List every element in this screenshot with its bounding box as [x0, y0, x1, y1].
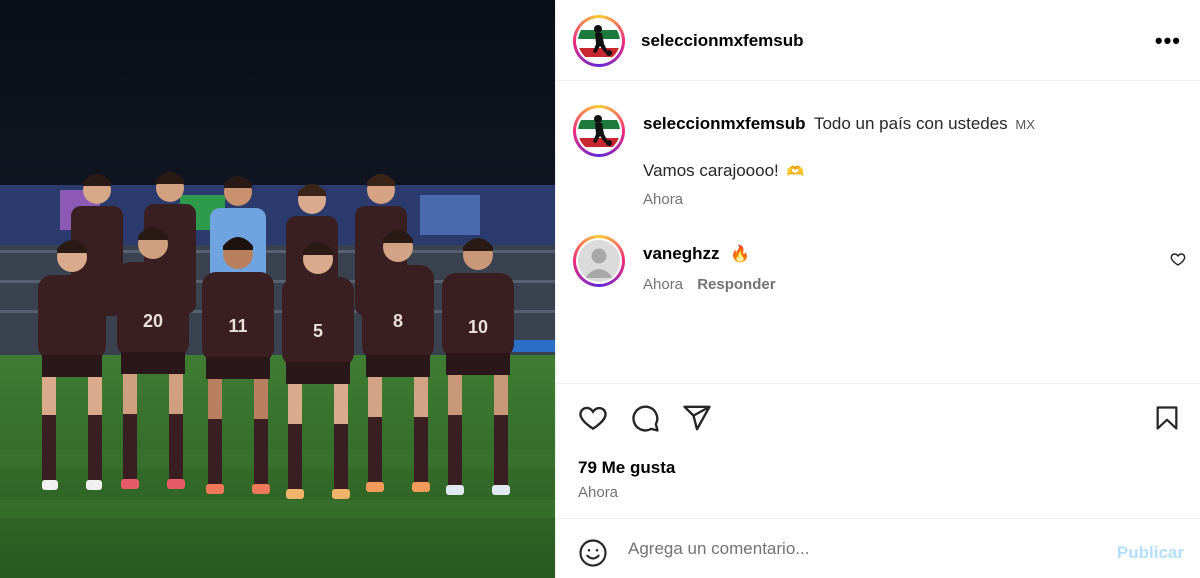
- comment-input[interactable]: [628, 536, 1088, 562]
- author-avatar[interactable]: [573, 15, 625, 67]
- svg-text:11: 11: [228, 316, 247, 336]
- comment-timestamp: Ahora: [643, 276, 684, 293]
- more-options-icon[interactable]: •••: [1155, 28, 1181, 54]
- publish-button[interactable]: Publicar: [1117, 543, 1184, 563]
- svg-text:5: 5: [313, 321, 323, 341]
- svg-text:20: 20: [143, 311, 163, 331]
- comment-meta: Ahora Responder: [643, 276, 776, 293]
- comments-section: seleccionmxfemsub Todo un país con usted…: [556, 81, 1200, 383]
- team-photo-illustration: 20 11 5 8 10: [0, 0, 555, 578]
- commenter-username[interactable]: vaneghzz: [643, 244, 720, 263]
- caption-avatar-logo: [578, 110, 620, 152]
- caption-text: Todo un país con ustedes: [813, 114, 1008, 133]
- post-photo[interactable]: 20 11 5 8 10: [0, 0, 555, 578]
- default-user-icon: [578, 240, 620, 282]
- caption-timestamp: Ahora: [643, 191, 684, 208]
- svg-text:8: 8: [393, 311, 403, 331]
- comment-heart-icon[interactable]: [1170, 251, 1186, 272]
- svg-text:10: 10: [468, 317, 488, 337]
- post-header: seleccionmxfemsub •••: [556, 0, 1200, 81]
- smiley-icon[interactable]: [578, 538, 608, 573]
- comment-bubble-icon[interactable]: [630, 403, 660, 438]
- caption-username[interactable]: seleccionmxfemsub: [643, 114, 806, 133]
- heart-icon[interactable]: [578, 403, 608, 438]
- fire-emoji: 🔥: [729, 246, 750, 263]
- reply-button[interactable]: Responder: [697, 276, 775, 293]
- post-actions: 79 Me gusta Ahora: [556, 383, 1200, 518]
- caption-text-2: Vamos carajoooo!: [643, 161, 779, 180]
- bookmark-icon[interactable]: [1153, 403, 1181, 438]
- caption-line-2: Vamos carajoooo! 🫶: [643, 161, 804, 181]
- post-details-panel: seleccionmxfemsub ••• seleccionmxfemsub …: [555, 0, 1200, 578]
- like-count[interactable]: 79 Me gusta: [578, 458, 675, 478]
- post-timestamp: Ahora: [578, 484, 619, 501]
- commenter-avatar[interactable]: [573, 235, 625, 287]
- heart-hands-emoji: 🫶: [786, 163, 804, 179]
- comment-header: vaneghzz 🔥: [643, 244, 750, 264]
- mexico-flag-emoji: MX: [1015, 117, 1035, 132]
- caption-author-avatar[interactable]: [573, 105, 625, 157]
- add-comment-bar: Publicar: [556, 518, 1200, 578]
- author-username[interactable]: seleccionmxfemsub: [641, 31, 804, 51]
- caption-line-1: seleccionmxfemsub Todo un país con usted…: [643, 114, 1035, 134]
- author-avatar-logo: [578, 20, 620, 62]
- paper-plane-icon[interactable]: [682, 403, 712, 438]
